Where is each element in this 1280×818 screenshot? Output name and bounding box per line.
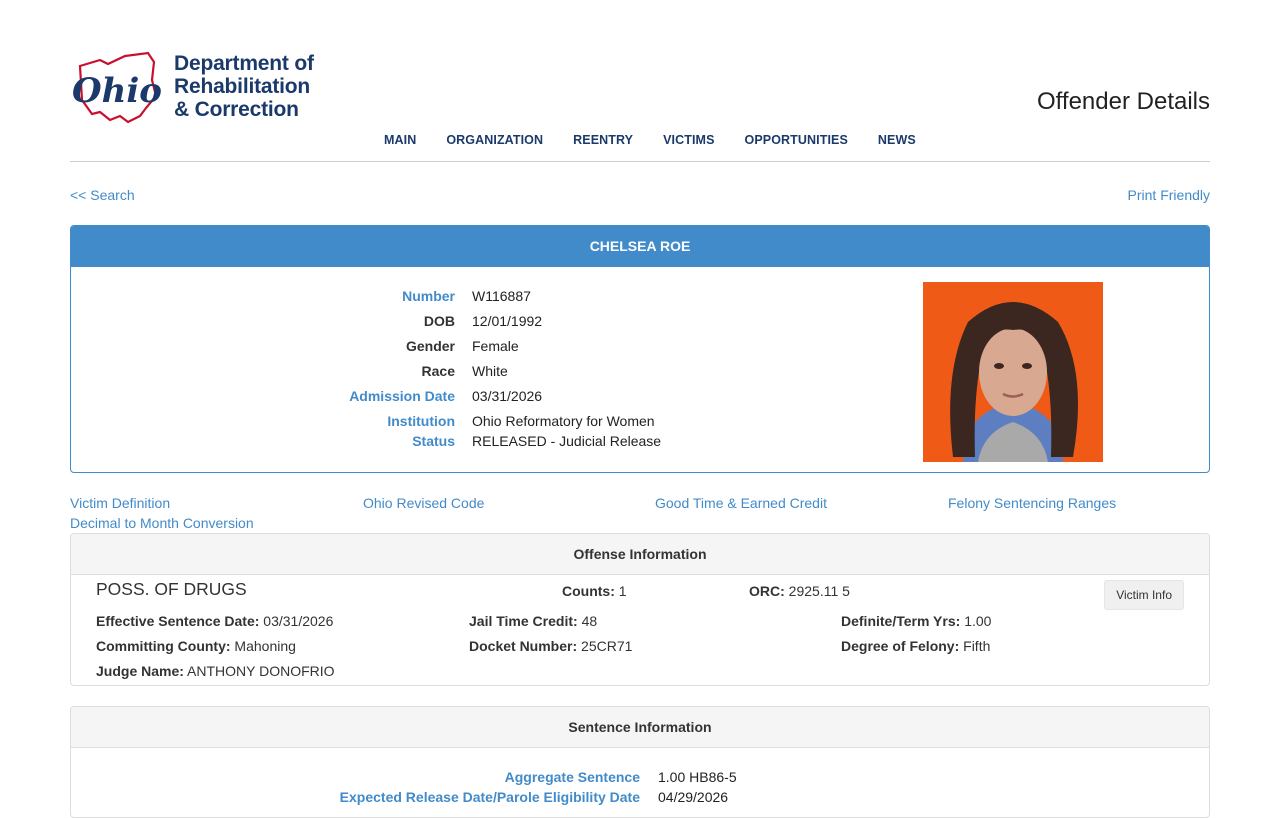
judge-name-field: Judge Name: ANTHONY DONOFRIO: [96, 663, 335, 679]
gender-label: Gender: [405, 338, 455, 354]
degree-of-felony-field: Degree of Felony: Fifth: [841, 638, 990, 654]
felony-sentencing-ranges-link[interactable]: Felony Sentencing Ranges: [948, 495, 1116, 511]
committing-county-label: Committing County:: [96, 638, 231, 654]
committing-county-value: Mahoning: [234, 638, 296, 654]
victim-info-button[interactable]: Victim Info: [1104, 580, 1184, 610]
race-value: White: [472, 363, 508, 379]
offender-name: CHELSEA ROE: [71, 226, 1209, 267]
page-title: Offender Details: [1037, 88, 1210, 115]
number-value: W116887: [472, 288, 531, 304]
orc-label: ORC:: [749, 583, 785, 599]
nav-main[interactable]: MAIN: [384, 133, 416, 147]
orc-value: 2925.11 5: [788, 583, 850, 599]
jail-time-label: Jail Time Credit:: [469, 613, 578, 629]
degree-of-felony-label: Degree of Felony:: [841, 638, 960, 654]
degree-of-felony-value: Fifth: [963, 638, 991, 654]
effective-sentence-field: Effective Sentence Date: 03/31/2026: [96, 613, 333, 629]
status-value: RELEASED - Judicial Release: [472, 433, 662, 449]
nav-organization[interactable]: ORGANIZATION: [446, 133, 543, 147]
definite-term-label: Definite/Term Yrs:: [841, 613, 961, 629]
logo-ohio-script: Ohio: [72, 71, 162, 111]
jail-time-value: 48: [581, 613, 598, 629]
counts-field: Counts: 1: [562, 583, 627, 599]
docket-number-field: Docket Number: 25CR71: [469, 638, 632, 654]
detail-row-race: Race White: [71, 363, 871, 383]
definite-term-value: 1.00: [964, 613, 992, 629]
good-time-earned-credit-link[interactable]: Good Time & Earned Credit: [655, 495, 827, 511]
odrc-logo[interactable]: Ohio Department of Rehabilitation & Corr…: [70, 50, 340, 126]
print-friendly-link[interactable]: Print Friendly: [1128, 187, 1210, 203]
expected-release-label: Expected Release Date/Parole Eligibility…: [339, 789, 640, 805]
jail-time-field: Jail Time Credit: 48: [469, 613, 597, 629]
docket-number-value: 25CR71: [581, 638, 633, 654]
offense-title: POSS. OF DRUGS: [96, 579, 247, 599]
sentence-row-aggregate: Aggregate Sentence 1.00 HB86-5: [71, 769, 1209, 789]
detail-row-dob: DOB 12/01/1992: [71, 313, 871, 333]
nav-reentry[interactable]: REENTRY: [573, 133, 633, 147]
header-divider: [70, 161, 1210, 162]
detail-row-institution: Institution Ohio Reformatory for Women: [71, 413, 871, 433]
logo-department-name: Department of Rehabilitation & Correctio…: [174, 52, 314, 121]
dob-label: DOB: [423, 313, 455, 329]
nav-opportunities[interactable]: OPPORTUNITIES: [745, 133, 848, 147]
logo-line-1: Department of: [174, 52, 314, 75]
detail-row-admission: Admission Date 03/31/2026: [71, 388, 871, 408]
committing-county-field: Committing County: Mahoning: [96, 638, 296, 654]
institution-label: Institution: [387, 413, 455, 429]
counts-label: Counts:: [562, 583, 615, 599]
institution-value: Ohio Reformatory for Women: [472, 413, 655, 429]
logo-line-2: Rehabilitation: [174, 75, 311, 98]
judge-name-label: Judge Name:: [96, 663, 184, 679]
number-label: Number: [402, 288, 455, 304]
decimal-to-month-link[interactable]: Decimal to Month Conversion: [70, 515, 254, 531]
offender-photo: [923, 282, 1103, 462]
docket-number-label: Docket Number:: [469, 638, 578, 654]
sentence-row-release-date: Expected Release Date/Parole Eligibility…: [71, 789, 1209, 809]
detail-row-gender: Gender Female: [71, 338, 871, 358]
sentence-panel: Sentence Information Aggregate Sentence …: [70, 706, 1210, 818]
aggregate-sentence-value: 1.00 HB86-5: [658, 769, 737, 785]
detail-row-number: Number W116887: [71, 288, 871, 308]
judge-name-value: ANTHONY DONOFRIO: [187, 663, 335, 679]
offense-panel: Offense Information POSS. OF DRUGS Count…: [70, 533, 1210, 686]
expected-release-value: 04/29/2026: [658, 789, 729, 805]
logo-line-3: & Correction: [174, 98, 299, 121]
detail-row-status: Status RELEASED - Judicial Release: [71, 433, 871, 453]
offender-panel: CHELSEA ROE Number W116887 DOB 12/01/199…: [70, 225, 1210, 473]
offender-portrait-image: [923, 282, 1103, 462]
admission-date-label: Admission Date: [349, 388, 455, 404]
sentence-heading: Sentence Information: [71, 707, 1209, 748]
offense-heading: Offense Information: [71, 534, 1209, 575]
main-nav: MAIN ORGANIZATION REENTRY VICTIMS OPPORT…: [384, 133, 946, 147]
back-to-search-link[interactable]: << Search: [70, 187, 135, 203]
nav-news[interactable]: NEWS: [878, 133, 916, 147]
effective-sentence-label: Effective Sentence Date:: [96, 613, 260, 629]
definite-term-field: Definite/Term Yrs: 1.00: [841, 613, 991, 629]
effective-sentence-value: 03/31/2026: [263, 613, 334, 629]
admission-date-value: 03/31/2026: [472, 388, 543, 404]
victim-definition-link[interactable]: Victim Definition: [70, 495, 170, 511]
race-label: Race: [421, 363, 455, 379]
dob-value: 12/01/1992: [472, 313, 543, 329]
ohio-state-outline-icon: Ohio: [72, 51, 162, 124]
counts-value: 1: [618, 583, 627, 599]
aggregate-sentence-label: Aggregate Sentence: [504, 769, 640, 785]
orc-field: ORC: 2925.11 5: [749, 583, 850, 599]
status-label: Status: [412, 433, 455, 449]
nav-victims[interactable]: VICTIMS: [663, 133, 714, 147]
ohio-revised-code-link[interactable]: Ohio Revised Code: [363, 495, 484, 511]
gender-value: Female: [472, 338, 519, 354]
